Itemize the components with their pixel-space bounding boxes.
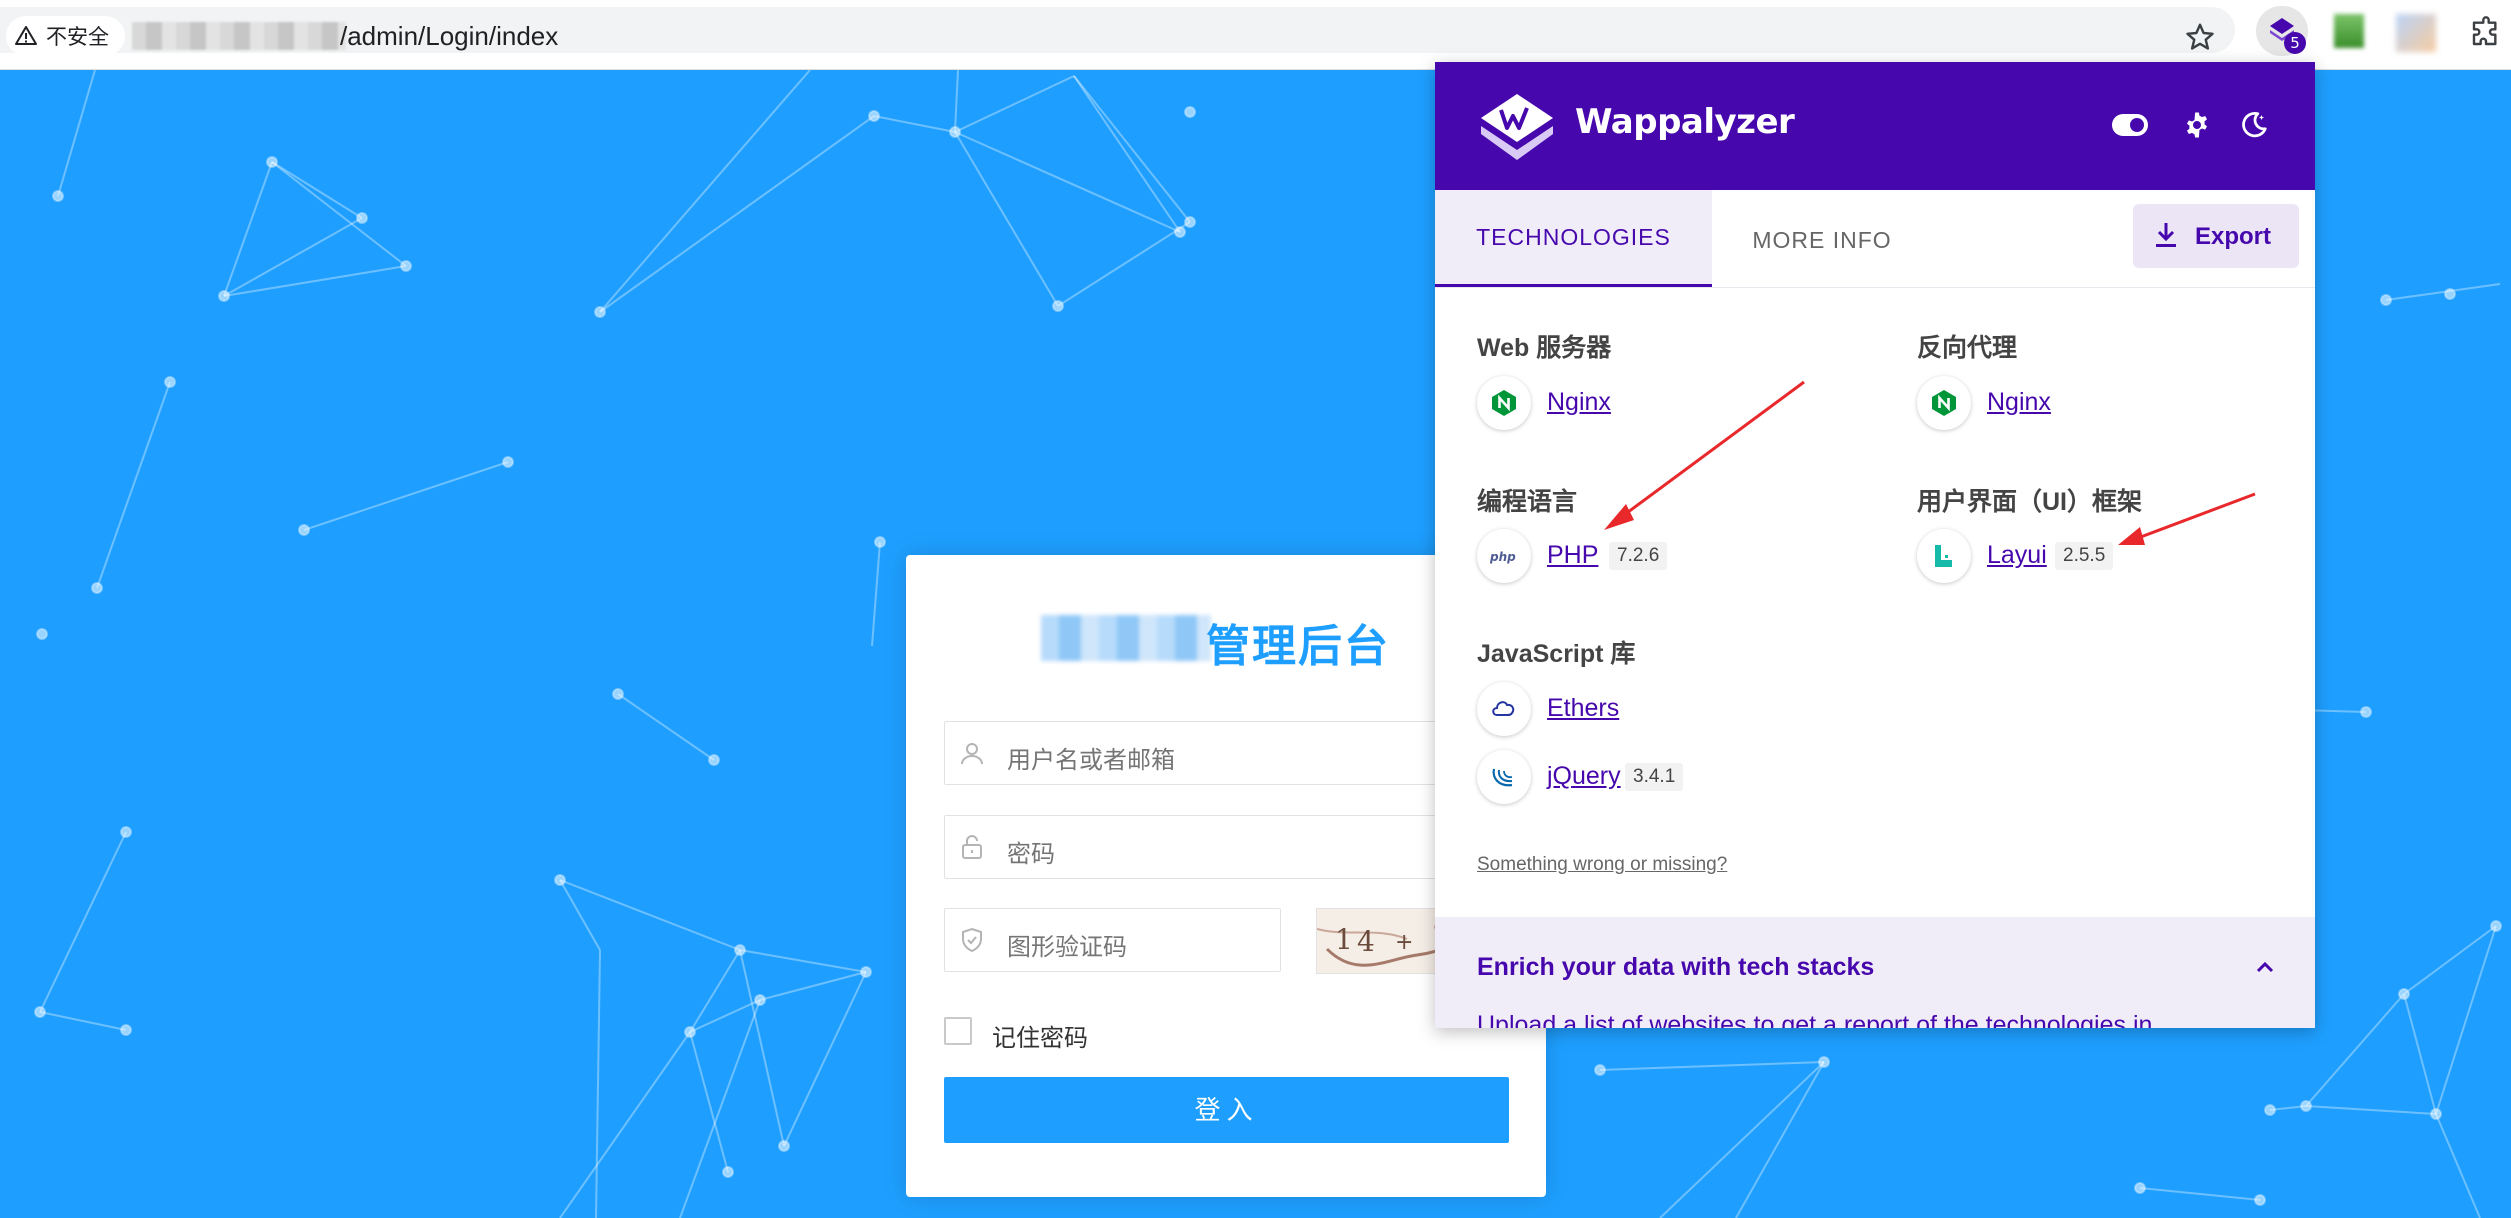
tech-version: 2.5.5	[2055, 542, 2114, 570]
url-path[interactable]: /admin/Login/index	[340, 21, 558, 52]
address-bar[interactable]: 不安全 /admin/Login/index	[0, 7, 2235, 56]
extensions-puzzle-icon[interactable]	[2470, 16, 2502, 48]
login-submit-button[interactable]: 登入	[944, 1077, 1509, 1143]
php-icon: php	[1490, 550, 1516, 564]
security-label: 不安全	[46, 26, 109, 49]
wappalyzer-logo-icon	[1481, 94, 1553, 160]
tech-item-jquery[interactable]: jQuery 3.4.1	[1477, 750, 1737, 804]
jquery-icon	[1492, 768, 1513, 787]
warning-triangle-icon	[15, 26, 37, 45]
login-title: 管理后台	[1206, 622, 1390, 671]
wappalyzer-header: Wappalyzer	[1435, 62, 2315, 190]
tech-name[interactable]: Layui	[1987, 541, 2047, 570]
svg-text:4: 4	[1357, 925, 1375, 958]
category-javascript-libraries: JavaScript 库	[1477, 640, 1636, 668]
shield-check-icon	[962, 927, 982, 953]
tab-more-info[interactable]: MORE INFO	[1712, 190, 1932, 287]
extension-icon-blurred[interactable]	[2334, 14, 2364, 48]
password-placeholder: 密码	[1007, 841, 1055, 868]
enrich-panel: Enrich your data with tech stacks Upload…	[1435, 917, 2315, 1028]
wappalyzer-brand: Wappalyzer	[1575, 102, 1795, 142]
jquery-icon-wrap	[1477, 750, 1531, 804]
nginx-icon-wrap	[1477, 376, 1531, 430]
captcha-placeholder: 图形验证码	[1007, 934, 1127, 961]
nginx-icon	[1492, 390, 1516, 416]
something-wrong-link[interactable]: Something wrong or missing?	[1477, 854, 1727, 876]
browser-toolbar: 不安全 /admin/Login/index 5	[0, 0, 2511, 70]
tech-item-ethers[interactable]: Ethers	[1477, 682, 1697, 736]
site-name-redacted	[1041, 615, 1211, 661]
tech-name[interactable]: jQuery	[1547, 762, 1621, 791]
username-placeholder: 用户名或者邮箱	[1007, 747, 1175, 774]
username-input[interactable]: 用户名或者邮箱	[944, 721, 1514, 785]
layui-icon	[1935, 545, 1952, 567]
nginx-icon-wrap	[1917, 376, 1971, 430]
enrich-subtitle: Upload a list of websites to get a repor…	[1477, 1011, 2153, 1028]
settings-gear-icon[interactable]	[2182, 110, 2212, 140]
password-input[interactable]: 密码	[944, 815, 1514, 879]
tech-name[interactable]: Nginx	[1987, 388, 2051, 417]
bookmark-star-icon[interactable]	[2184, 21, 2216, 53]
toggle-switch-icon[interactable]	[2112, 114, 2148, 136]
enrich-title[interactable]: Enrich your data with tech stacks	[1477, 953, 1874, 982]
tech-name[interactable]: Nginx	[1547, 388, 1611, 417]
remember-checkbox[interactable]	[944, 1017, 972, 1045]
captcha-input[interactable]: 图形验证码	[944, 908, 1281, 972]
extensions-area: 5	[2256, 6, 2511, 56]
tech-version: 3.4.1	[1625, 763, 1684, 791]
url-host-redacted	[132, 22, 346, 50]
tech-item-php[interactable]: php PHP 7.2.6	[1477, 529, 1697, 583]
tech-name[interactable]: Ethers	[1547, 694, 1619, 723]
tech-name[interactable]: PHP	[1547, 541, 1598, 570]
lock-icon	[962, 835, 982, 859]
nginx-icon	[1932, 390, 1956, 416]
tech-item-layui[interactable]: Layui 2.5.5	[1917, 529, 2137, 583]
wappalyzer-tabs: TECHNOLOGIES MORE INFO Export	[1435, 190, 2315, 288]
dark-mode-moon-icon[interactable]	[2239, 110, 2269, 140]
layui-icon-wrap	[1917, 529, 1971, 583]
export-button[interactable]: Export	[2133, 204, 2299, 268]
wappalyzer-popup: Wappalyzer TECHNOLOGIES MORE INFO Export…	[1435, 62, 2315, 1028]
user-icon	[961, 743, 983, 765]
tech-item-nginx-proxy[interactable]: Nginx	[1917, 376, 2117, 430]
remember-label[interactable]: 记住密码	[992, 1018, 1088, 1053]
php-icon-wrap: php	[1477, 529, 1531, 583]
tech-item-nginx[interactable]: Nginx	[1477, 376, 1677, 430]
download-icon	[2156, 223, 2176, 247]
ethers-icon-wrap	[1477, 682, 1531, 736]
svg-text:1: 1	[1335, 923, 1353, 956]
svg-text:+: +	[1395, 930, 1413, 955]
category-reverse-proxy: 反向代理	[1917, 334, 2018, 362]
wappalyzer-extension-button[interactable]: 5	[2256, 6, 2308, 56]
tech-version: 7.2.6	[1609, 542, 1668, 570]
category-web-servers: Web 服务器	[1477, 334, 1612, 362]
chevron-up-icon[interactable]	[2253, 955, 2277, 979]
tab-technologies[interactable]: TECHNOLOGIES	[1435, 190, 1712, 287]
export-label: Export	[2195, 223, 2272, 250]
category-ui-frameworks: 用户界面（UI）框架	[1917, 488, 2143, 516]
category-programming-languages: 编程语言	[1477, 488, 1578, 516]
extension-icon-blurred-2[interactable]	[2396, 14, 2436, 52]
security-indicator[interactable]: 不安全	[6, 16, 125, 56]
extension-badge-count: 5	[2284, 32, 2306, 54]
svg-text:php: php	[1490, 550, 1516, 564]
ethers-icon	[1492, 701, 1515, 716]
